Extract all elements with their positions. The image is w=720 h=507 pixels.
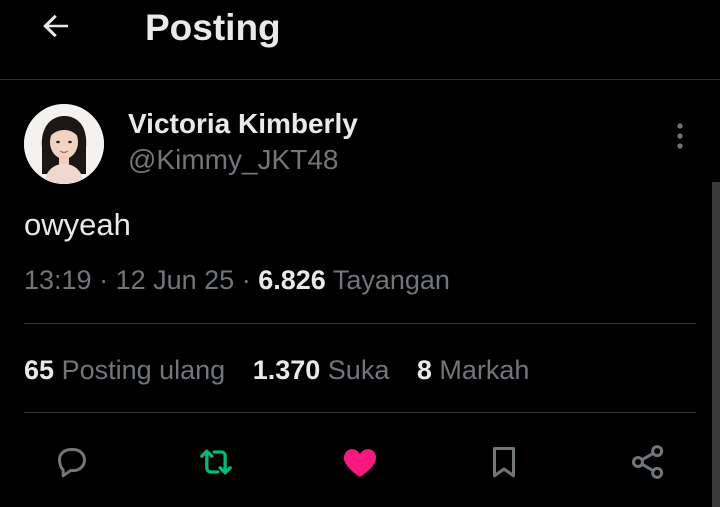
reposts-count: 65	[24, 355, 55, 385]
reposts-label: Posting ulang	[61, 355, 226, 385]
bookmarks-label: Markah	[439, 355, 530, 385]
avatar[interactable]	[24, 104, 104, 184]
scrollbar[interactable]	[712, 182, 720, 507]
more-vertical-icon	[677, 123, 683, 149]
reply-button[interactable]	[50, 440, 94, 484]
profile-photo	[24, 104, 104, 184]
app-root: Posting Victoria Kimberly @Kimmy_JKT48 o…	[0, 0, 720, 507]
reply-icon	[58, 448, 86, 478]
bookmarks-stat[interactable]: 8 Markah	[417, 355, 530, 385]
divider	[24, 412, 696, 413]
post-meta: 13:19 · 12 Jun 25 · 6.826 Tayangan	[24, 262, 450, 298]
bookmark-button[interactable]	[482, 440, 526, 484]
bookmarks-count: 8	[416, 355, 432, 385]
post-text: owyeah	[24, 207, 131, 242]
arrow-left-icon	[43, 14, 68, 38]
author-display-name[interactable]: Victoria Kimberly	[128, 107, 358, 141]
repost-icon	[200, 449, 232, 475]
like-button[interactable]	[338, 440, 382, 484]
meta-separator: ·	[99, 265, 116, 295]
heart-icon	[343, 449, 377, 477]
post-date: 12 Jun 25	[115, 265, 235, 295]
back-button[interactable]	[36, 6, 76, 46]
likes-label: Suka	[327, 355, 390, 385]
bookmark-icon	[492, 447, 516, 478]
header-bar: Posting	[0, 0, 720, 80]
meta-separator: ·	[241, 265, 259, 295]
post-time: 13:19	[24, 265, 92, 295]
likes-count: 1.370	[252, 355, 321, 385]
repost-button[interactable]	[194, 440, 238, 484]
page-title: Posting	[145, 7, 281, 48]
views-label: Tayangan	[332, 265, 450, 295]
views-count: 6.826	[258, 265, 326, 295]
share-icon	[631, 445, 664, 479]
reposts-stat[interactable]: 65 Posting ulang	[24, 355, 225, 385]
engagement-stats: 65 Posting ulang 1.370 Suka 8 Markah	[24, 350, 549, 390]
likes-stat[interactable]: 1.370 Suka	[253, 355, 390, 385]
share-button[interactable]	[626, 440, 670, 484]
divider	[24, 323, 696, 324]
more-options-button[interactable]	[664, 118, 696, 154]
author-handle[interactable]: @Kimmy_JKT48	[128, 143, 338, 177]
